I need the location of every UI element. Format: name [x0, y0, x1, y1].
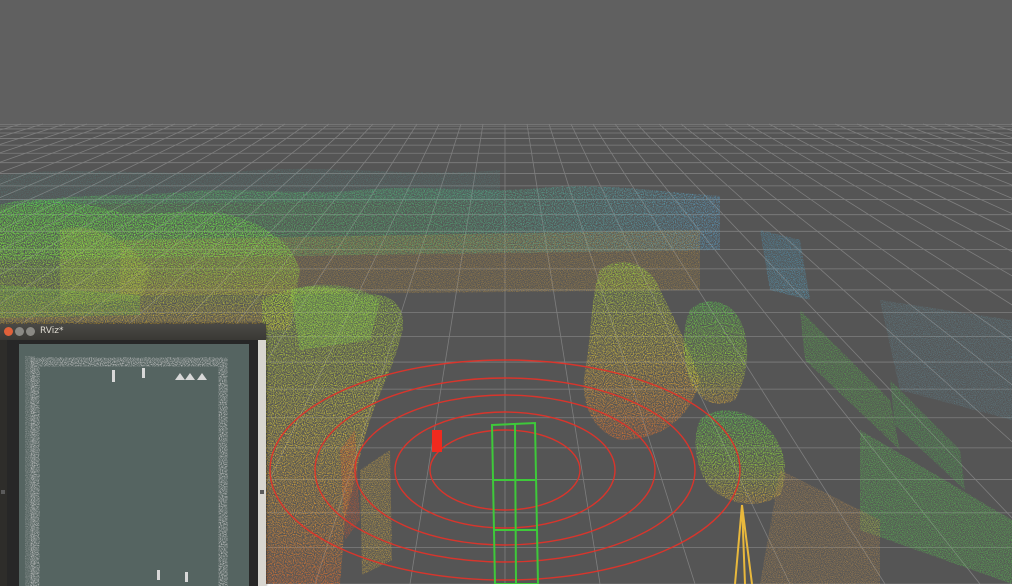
- lidar-ring-highlights: [432, 430, 442, 452]
- rviz-inset-window[interactable]: RViz*: [0, 324, 266, 586]
- window-maximize-icon[interactable]: [26, 327, 35, 336]
- window-close-icon[interactable]: [4, 327, 13, 336]
- occupancy-map-view[interactable]: [7, 340, 258, 586]
- inset-left-panel-edge[interactable]: [0, 340, 7, 586]
- grip-handle-icon[interactable]: [260, 490, 264, 494]
- grip-handle-icon[interactable]: [1, 490, 5, 494]
- inset-window-title: RViz*: [40, 326, 64, 336]
- window-minimize-icon[interactable]: [15, 327, 24, 336]
- inset-titlebar[interactable]: RViz*: [0, 324, 266, 340]
- inset-right-scrollbar[interactable]: [258, 340, 266, 586]
- occupancy-map: [19, 344, 249, 586]
- background-sky: [0, 0, 1012, 126]
- rviz-screenshot: RViz*: [0, 0, 1017, 586]
